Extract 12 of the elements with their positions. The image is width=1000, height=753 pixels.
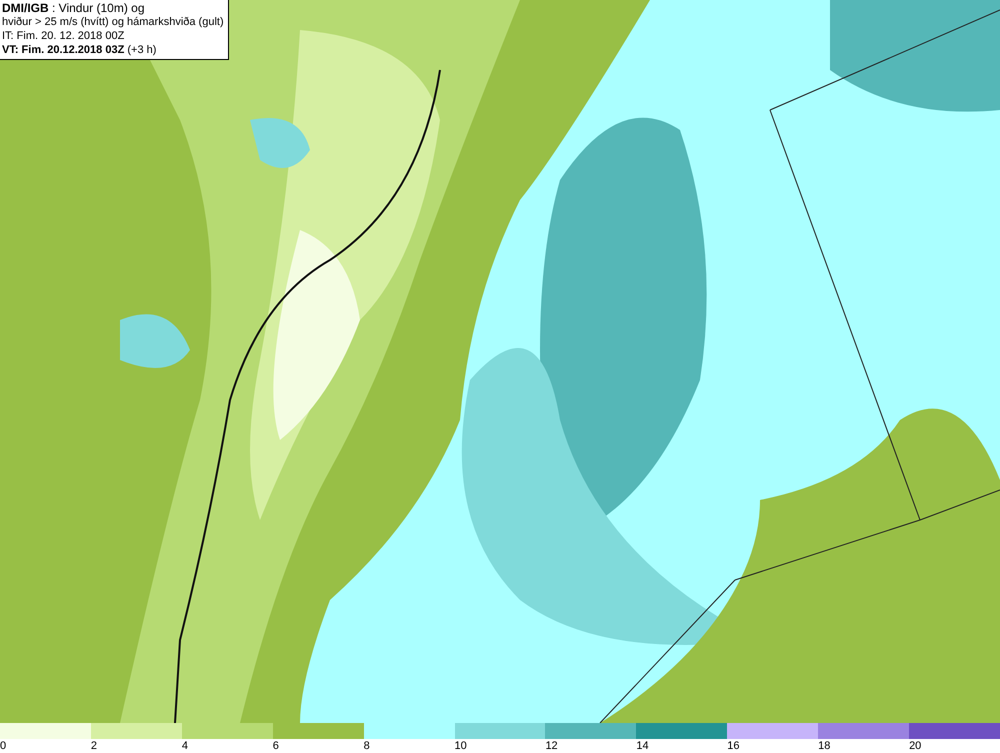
- legend-label: 10: [454, 739, 467, 753]
- legend-label: 8: [364, 739, 370, 753]
- legend-label: 12: [545, 739, 558, 753]
- legend-label: 6: [272, 739, 279, 753]
- map-caption: DMI/IGB : Vindur (10m) og hviður > 25 m/s (hvítt) og hámarkshviða (gult) IT: Fim. 20. 12. 2018 00Z VT: Fim. 20.12.2018 03Z (+3 h): [0, 0, 229, 60]
- legend-label: 4: [182, 739, 188, 753]
- legend-label: 18: [818, 739, 830, 753]
- legend-label: 2: [90, 739, 98, 753]
- legend-label: 20: [909, 739, 922, 753]
- legend-label: 0: [0, 739, 6, 753]
- legend-label: 14: [636, 739, 649, 753]
- legend-label: 16: [727, 739, 740, 753]
